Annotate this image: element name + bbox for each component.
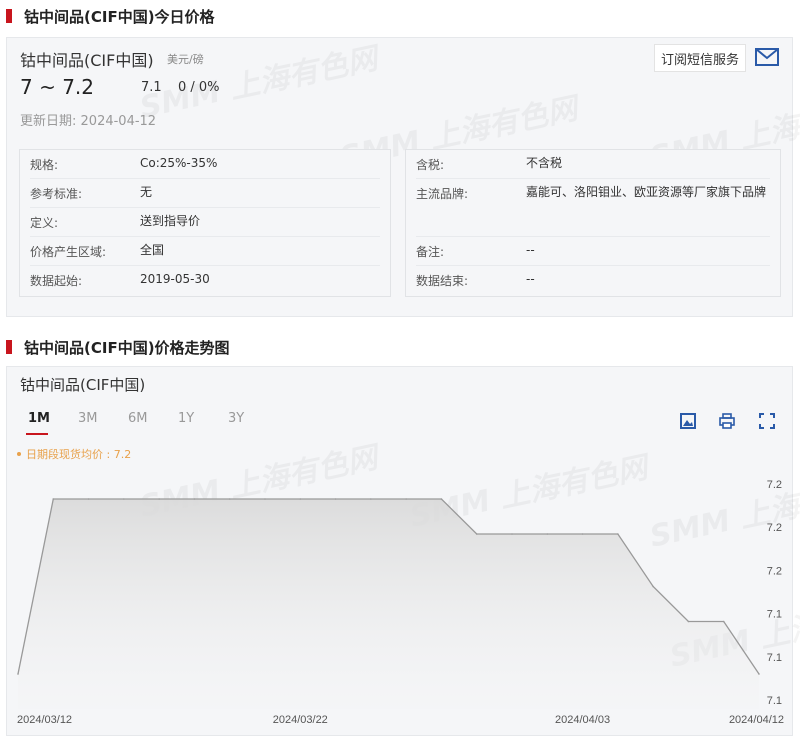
section-title-price-trend: 钴中间品(CIF中国)价格走势图 (6, 337, 230, 357)
y-tick-label: 7.2 (767, 522, 782, 534)
data-point[interactable] (370, 498, 372, 500)
spec-label: 参考标准: (30, 187, 83, 201)
price-range: 7 ~ 7.2 (20, 75, 95, 99)
price-change: 0 / 0% (178, 80, 220, 95)
spec-row: 含税: 不含税 (416, 150, 770, 179)
data-point[interactable] (687, 620, 690, 623)
spec-row: 主流品牌: 嘉能可、洛阳钼业、欧亚资源等厂家旗下品牌 (416, 179, 770, 237)
spec-value: -- (526, 243, 535, 257)
plot-area: 7.2 7.2 7.2 7.1 7.1 7.1 2024/03/12 2024/03/22 20… (17, 479, 784, 726)
price-average: 7.1 (141, 80, 162, 95)
x-tick-label: 2024/04/03 (555, 714, 610, 726)
spec-value: 无 (140, 185, 153, 199)
data-point[interactable] (758, 673, 760, 675)
y-tick-label: 7.1 (767, 609, 782, 621)
spec-value: 嘉能可、洛阳钼业、欧亚资源等厂家旗下品牌 (526, 185, 767, 199)
spec-label: 数据起始: (30, 274, 83, 288)
update-date-label: 更新日期: (20, 114, 77, 129)
x-tick-label: 2024/03/22 (273, 714, 328, 726)
spec-label: 备注: (416, 245, 445, 259)
data-point[interactable] (440, 498, 443, 500)
y-tick-label: 7.1 (767, 652, 782, 664)
data-point[interactable] (158, 498, 160, 500)
section-title-today-price: 钴中间品(CIF中国)今日价格 (6, 6, 215, 26)
spec-value: 2019-05-30 (140, 272, 210, 286)
price-unit: 美元/磅 (167, 53, 204, 66)
spec-row: 数据起始: 2019-05-30 (30, 266, 380, 295)
spec-row: 规格: Co:25%-35% (30, 150, 380, 179)
data-point[interactable] (264, 498, 266, 500)
spec-label: 主流品牌: (416, 187, 469, 201)
spec-value: 全国 (140, 243, 165, 257)
y-tick-label: 7.2 (767, 565, 782, 577)
data-point[interactable] (87, 498, 90, 500)
spec-label: 定义: (30, 216, 59, 230)
spec-label: 价格产生区域: (30, 245, 107, 259)
data-point[interactable] (475, 533, 478, 535)
spec-value: -- (526, 272, 535, 286)
spec-value: 送到指导价 (140, 214, 201, 228)
mail-icon[interactable] (755, 48, 779, 66)
data-point[interactable] (652, 585, 654, 588)
section-marker (6, 340, 12, 354)
section-title-text: 钴中间品(CIF中国)今日价格 (24, 7, 215, 26)
series-area (18, 499, 759, 709)
data-point[interactable] (193, 498, 196, 500)
spec-label: 规格: (30, 158, 59, 172)
data-point[interactable] (123, 498, 125, 500)
data-point[interactable] (581, 533, 584, 535)
y-tick-label: 7.2 (767, 479, 782, 491)
spec-row: 备注: -- (416, 237, 770, 266)
spec-value: 不含税 (526, 156, 563, 170)
data-point[interactable] (617, 533, 619, 535)
data-point[interactable] (52, 498, 55, 500)
data-point[interactable] (546, 533, 549, 535)
price-chart: 7.2 7.2 7.2 7.1 7.1 7.1 2024/03/12 2024/03/22 20… (17, 479, 784, 726)
data-point[interactable] (405, 498, 407, 500)
section-title-text: 钴中间品(CIF中国)价格走势图 (24, 338, 230, 357)
spec-row: 参考标准: 无 (30, 179, 380, 208)
price-panel: SMM 上海有色网 SMM 上海有色网 SMM 上海有色网 钴中间品(CIF中国… (6, 37, 800, 317)
chart-panel: SMM 上海有色网 SMM 上海有色网 SMM 上海有色网 SMM 上海有色网 … (6, 366, 800, 736)
data-point[interactable] (334, 498, 337, 500)
data-point[interactable] (17, 673, 19, 675)
x-tick-label: 2024/03/12 (17, 714, 72, 726)
spec-row: 价格产生区域: 全国 (30, 237, 380, 266)
watermark: SMM 上海有色网 (135, 33, 381, 126)
data-point[interactable] (722, 620, 725, 623)
spec-value: Co:25%-35% (140, 156, 218, 170)
update-date-value: 2024-04-12 (80, 114, 157, 129)
data-point[interactable] (299, 498, 302, 500)
data-point[interactable] (228, 498, 231, 500)
section-marker (6, 9, 12, 23)
update-date: 更新日期: 2024-04-12 (20, 110, 156, 129)
spec-row: 数据结束: -- (416, 266, 770, 295)
product-name: 钴中间品(CIF中国) (20, 51, 154, 70)
spec-label: 含税: (416, 158, 445, 172)
data-point[interactable] (511, 533, 513, 535)
spec-table-left: 规格: Co:25%-35% 参考标准: 无 定义: 送到指导价 价格产生区域:… (19, 149, 391, 297)
spec-label: 数据结束: (416, 274, 469, 288)
x-tick-label: 2024/04/12 (729, 714, 784, 726)
spec-table-right: 含税: 不含税 主流品牌: 嘉能可、洛阳钼业、欧亚资源等厂家旗下品牌 备注: -… (405, 149, 781, 297)
spec-row: 定义: 送到指导价 (30, 208, 380, 237)
subscribe-sms-button[interactable]: 订阅短信服务 (654, 44, 747, 72)
y-tick-label: 7.1 (767, 695, 782, 707)
